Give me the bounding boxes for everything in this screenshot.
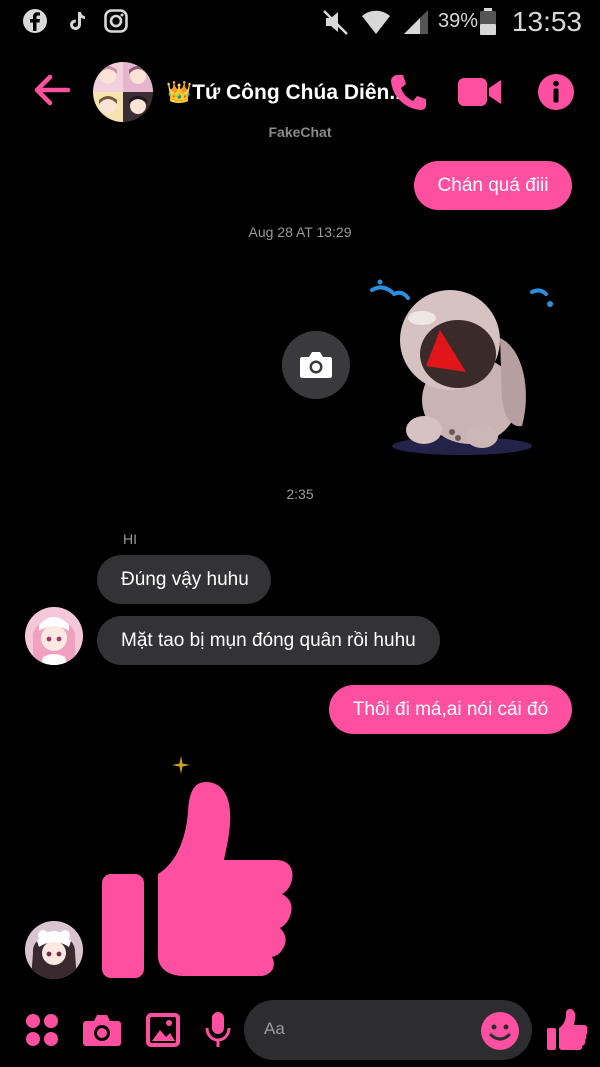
group-avatar[interactable] <box>93 62 153 122</box>
camera-icon <box>300 352 332 378</box>
camera-icon[interactable] <box>82 1013 122 1047</box>
info-icon[interactable] <box>537 73 575 111</box>
battery-percent: 39% <box>438 10 479 32</box>
microphone-icon[interactable] <box>205 1011 231 1049</box>
emoji-icon[interactable] <box>480 1011 520 1051</box>
apps-grid-icon[interactable] <box>24 1012 60 1048</box>
sender-avatar[interactable] <box>25 607 83 665</box>
signal-icon <box>404 10 428 34</box>
big-like-icon[interactable] <box>98 776 296 982</box>
conversation-subtitle: FakeChat <box>268 124 332 140</box>
phone-icon[interactable] <box>388 72 428 114</box>
mute-icon <box>323 10 348 35</box>
video-call-icon[interactable] <box>457 76 503 108</box>
sender-avatar[interactable] <box>25 921 83 979</box>
incoming-message[interactable]: Mặt tao bị mụn đóng quân rồi huhu <box>97 616 440 665</box>
status-clock: 13:53 <box>511 6 582 37</box>
wifi-icon <box>362 10 390 34</box>
outgoing-message[interactable]: Thôi đi má,ai nói cái đó <box>329 685 572 734</box>
outgoing-message[interactable]: Chán quá điii <box>414 161 572 210</box>
like-icon[interactable] <box>546 1008 588 1052</box>
incoming-message[interactable]: Đúng vậy huhu <box>97 555 271 604</box>
instagram-icon <box>104 9 128 33</box>
conversation-title[interactable]: 👑Tứ Công Chúa Diên... <box>166 81 407 105</box>
back-arrow-icon[interactable] <box>32 70 72 110</box>
gallery-icon[interactable] <box>145 1012 181 1048</box>
tiktok-icon <box>70 12 85 30</box>
status-bar: 39% 13:53 <box>0 0 600 44</box>
facebook-icon <box>23 9 47 33</box>
sparkle-icon <box>172 756 190 774</box>
battery-icon <box>480 8 496 35</box>
timestamp: 2:35 <box>286 486 314 502</box>
timestamp: Aug 28 AT 13:29 <box>248 224 352 240</box>
media-camera-button[interactable] <box>282 331 350 399</box>
crying-dog-sticker[interactable] <box>362 268 562 468</box>
sender-name: HI <box>123 531 137 547</box>
message-input-placeholder: Aa <box>264 1019 285 1038</box>
